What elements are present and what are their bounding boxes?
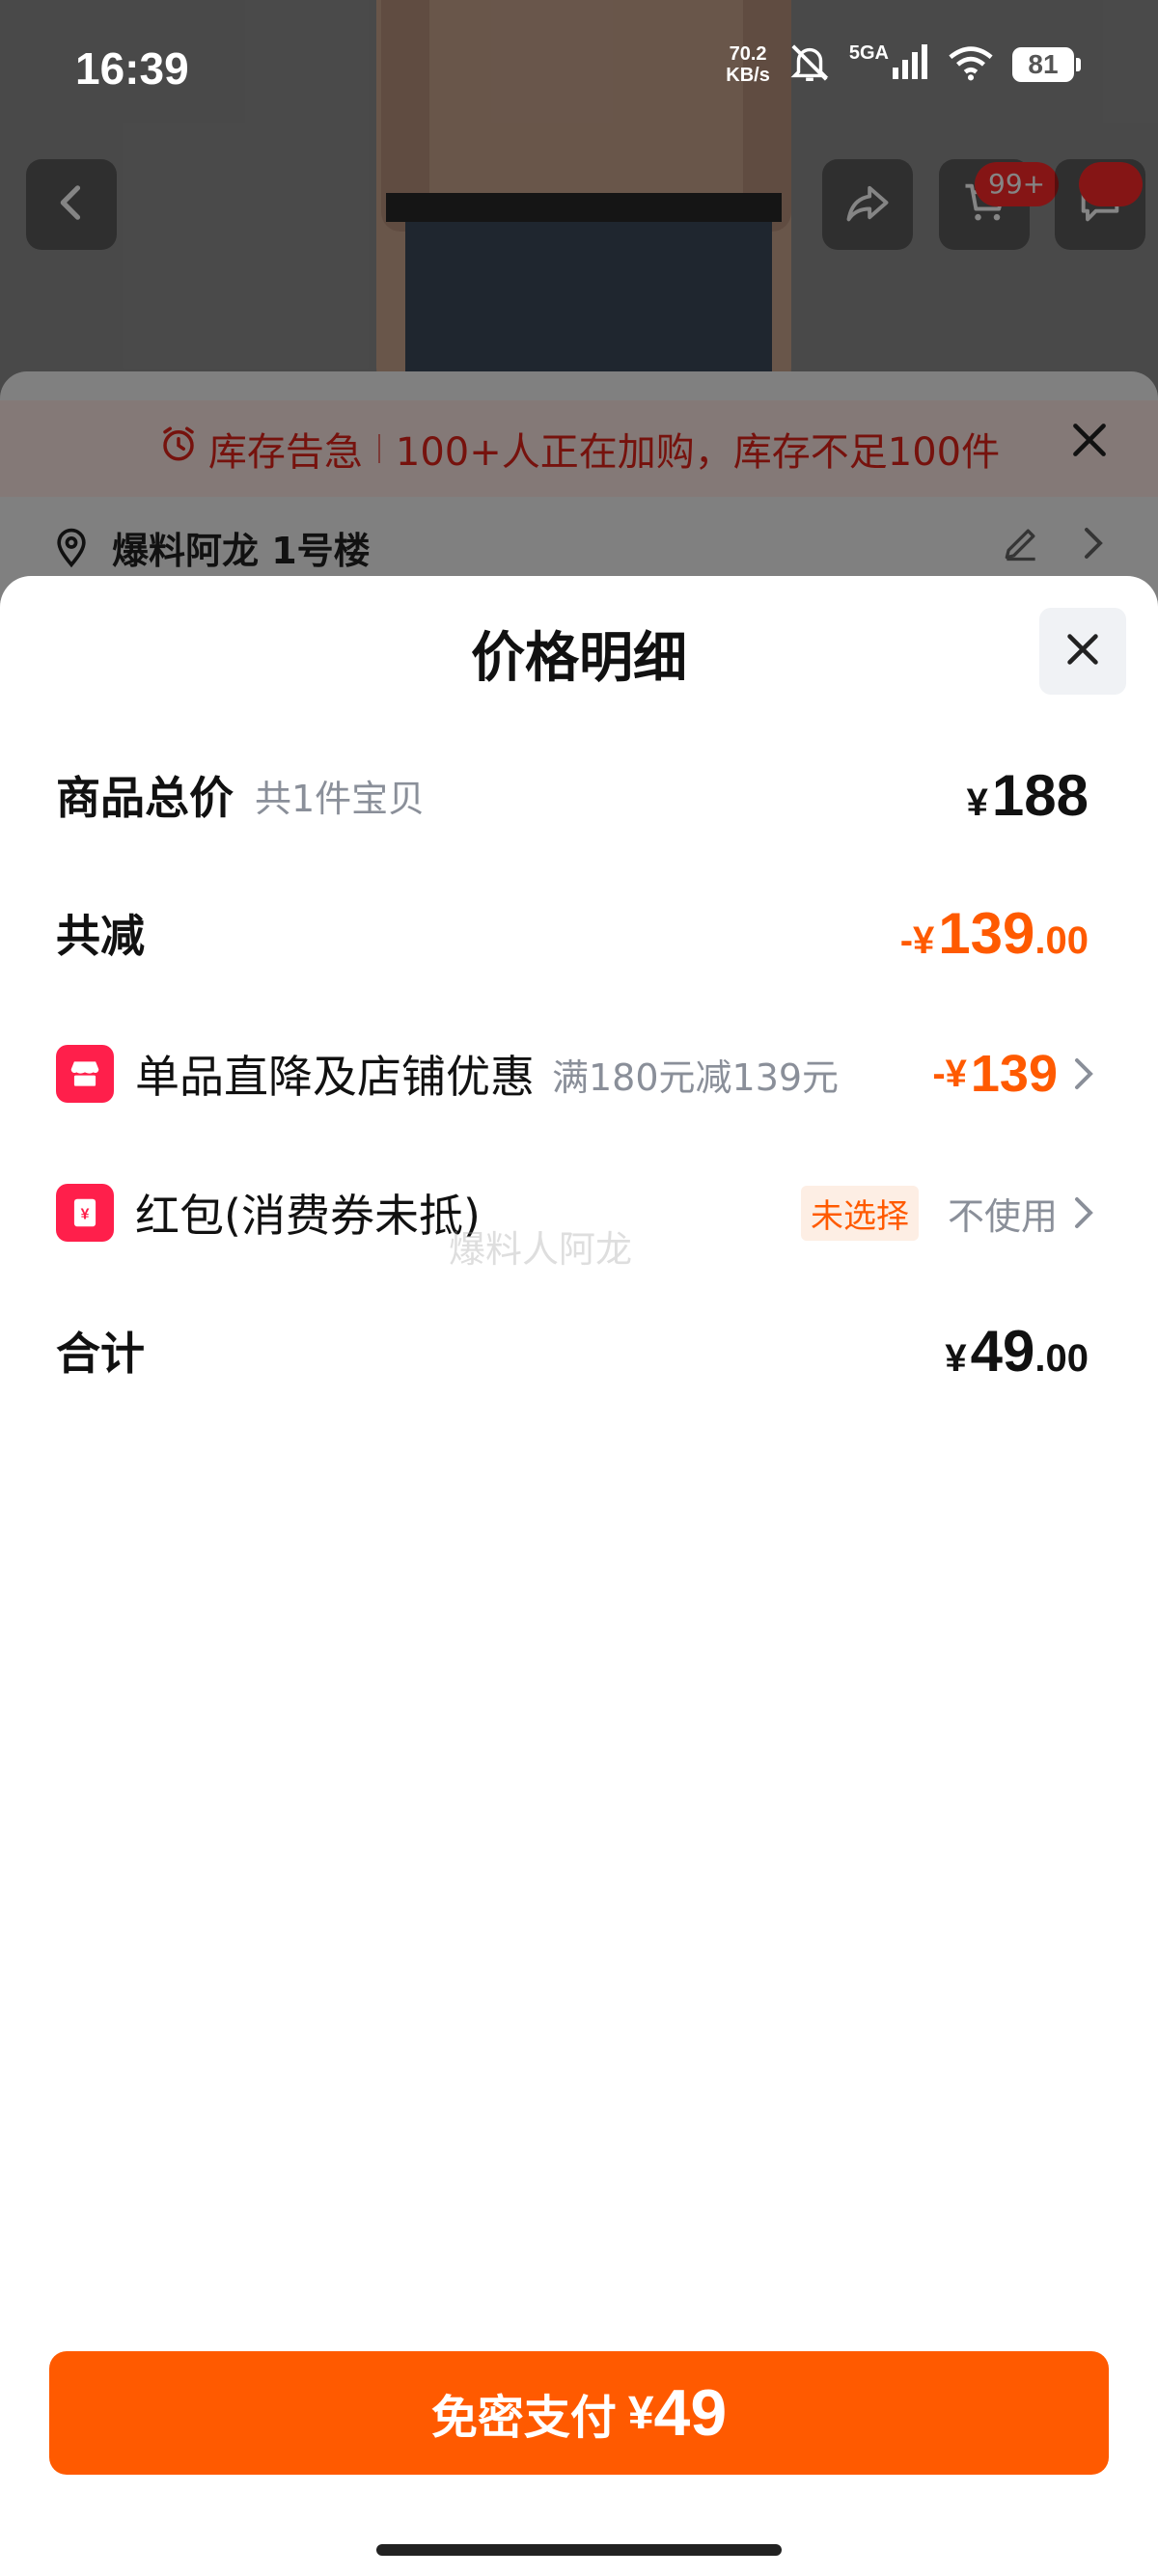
not-selected-tag: 未选择 bbox=[800, 1185, 919, 1241]
status-time: 16:39 bbox=[75, 43, 189, 94]
sum-label: 合计 bbox=[56, 1328, 145, 1380]
total-discount-decimal: .00 bbox=[1034, 918, 1089, 962]
total-price-amount: 188 bbox=[991, 762, 1089, 828]
total-discount-amount: 139 bbox=[938, 900, 1035, 966]
home-indicator[interactable] bbox=[376, 2544, 782, 2556]
price-detail-sheet: 价格明细 商品总价 共1件宝贝 ¥ 188 共减 -¥ 139 .00 单品直降… bbox=[0, 576, 1158, 2576]
currency-symbol: ¥ bbox=[966, 781, 988, 824]
shop-discount-amount: 139 bbox=[970, 1045, 1058, 1103]
pay-button-amount: 49 bbox=[653, 2376, 728, 2450]
chevron-right-icon bbox=[1071, 1193, 1098, 1232]
shop-discount-label: 单品直降及店铺优惠 bbox=[135, 1051, 535, 1103]
battery-level: 81 bbox=[1012, 47, 1074, 82]
sheet-title: 价格明细 bbox=[471, 627, 687, 690]
sum-decimal: .00 bbox=[1034, 1336, 1089, 1380]
chevron-right-icon bbox=[1071, 1055, 1098, 1093]
shop-discount-prefix: -¥ bbox=[932, 1052, 967, 1095]
sum-amount: 49 bbox=[970, 1318, 1035, 1384]
signal-bars-icon bbox=[891, 42, 929, 87]
total-discount-row: 共减 -¥ 139 .00 bbox=[56, 894, 1089, 972]
pay-button-currency: ¥ bbox=[627, 2387, 654, 2439]
cellular-signal: 5GA bbox=[849, 42, 929, 87]
network-speed: 70.2 KB/s bbox=[726, 43, 770, 86]
network-type: 5GA bbox=[848, 42, 889, 64]
close-icon bbox=[1061, 627, 1105, 675]
network-speed-value: 70.2 bbox=[729, 43, 767, 65]
red-packet-status: 不使用 bbox=[947, 1194, 1058, 1238]
pay-button-label: 免密支付 bbox=[430, 2391, 617, 2445]
discount-prefix: -¥ bbox=[899, 918, 935, 962]
sheet-close-button[interactable] bbox=[1039, 608, 1126, 695]
battery-indicator: 81 bbox=[1012, 47, 1081, 82]
total-price-label: 商品总价 bbox=[56, 772, 234, 824]
red-packet-label: 红包(消费券未抵) bbox=[135, 1190, 481, 1242]
network-speed-unit: KB/s bbox=[726, 65, 770, 86]
currency-symbol: ¥ bbox=[945, 1336, 967, 1380]
status-bar: 16:39 70.2 KB/s 5GA 81 bbox=[0, 0, 1158, 135]
shop-discount-row[interactable]: 单品直降及店铺优惠 满180元减139元 -¥ 139 bbox=[56, 1035, 1098, 1112]
total-discount-label: 共减 bbox=[56, 910, 145, 962]
shop-icon bbox=[56, 1045, 114, 1103]
svg-text:¥: ¥ bbox=[81, 1206, 90, 1222]
red-packet-icon: ¥ bbox=[56, 1184, 114, 1242]
item-count: 共1件宝贝 bbox=[255, 777, 426, 820]
bell-muted-icon bbox=[787, 41, 832, 89]
shop-discount-rule: 满180元减139元 bbox=[552, 1055, 840, 1099]
sum-row: 合计 ¥ 49 .00 bbox=[56, 1312, 1089, 1389]
watermark: 爆料人阿龙 bbox=[449, 1228, 633, 1271]
total-price-row: 商品总价 共1件宝贝 ¥ 188 bbox=[56, 756, 1089, 834]
password-free-pay-button[interactable]: 免密支付 ¥ 49 bbox=[49, 2351, 1109, 2475]
wifi-icon bbox=[947, 43, 995, 86]
